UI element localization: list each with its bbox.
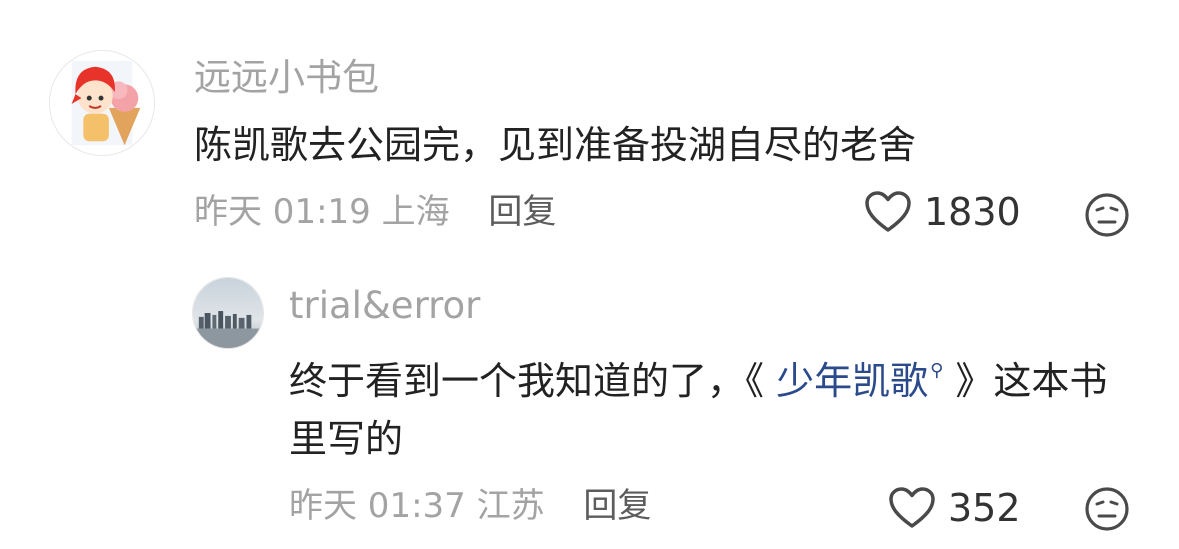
comment-username[interactable]: 远远小书包 <box>194 56 379 100</box>
heart-icon <box>889 487 935 528</box>
city-skyline-icon <box>193 278 263 348</box>
comment-avatar[interactable] <box>49 50 155 156</box>
search-icon: ⚲ <box>930 360 944 381</box>
reply-text: 终于看到一个我知道的了，《 少年凯歌 ⚲ 》这本书里写的 <box>289 342 1119 468</box>
reply-reply-button[interactable]: 回复 <box>583 486 651 526</box>
comment-text: 陈凯歌去公园完，见到准备投湖自尽的老舍 <box>194 123 917 167</box>
cartoon-avatar-icon <box>50 51 154 155</box>
book-link-label: 少年凯歌 <box>776 359 929 403</box>
reply-avatar[interactable] <box>192 277 264 349</box>
neutral-face-icon[interactable] <box>1084 192 1130 238</box>
reply-time: 昨天 01:37 <box>289 486 466 526</box>
heart-icon <box>865 191 911 232</box>
comment-like-count: 1830 <box>924 190 1021 234</box>
reply-text-before: 终于看到一个我知道的了，《 <box>289 359 777 403</box>
reply-username[interactable]: trial&error <box>289 284 480 328</box>
reply-like-count: 352 <box>948 486 1021 530</box>
comment-reply-button[interactable]: 回复 <box>488 192 556 232</box>
reply-like-button[interactable]: 352 <box>888 486 1021 530</box>
comment-like-button[interactable]: 1830 <box>864 190 1021 234</box>
reply-meta: 昨天 01:37 江苏 回复 <box>289 486 651 526</box>
comment-time: 昨天 01:19 <box>194 192 371 232</box>
comment-location: 上海 <box>381 192 450 232</box>
neutral-face-icon[interactable] <box>1084 486 1130 532</box>
book-link[interactable]: 少年凯歌 ⚲ <box>776 359 943 403</box>
reply-location: 江苏 <box>476 486 545 526</box>
comment-meta: 昨天 01:19 上海 回复 <box>194 192 556 232</box>
